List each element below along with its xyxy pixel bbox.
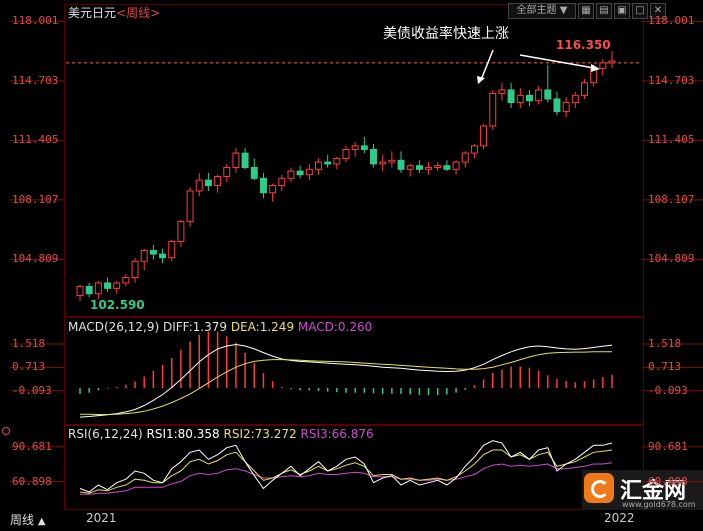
- settings-dot-icon[interactable]: [2, 427, 10, 435]
- price-y-tick-right: 118.001: [648, 14, 695, 28]
- price-y-tick-right: 111.405: [648, 133, 695, 147]
- max-price-label: 116.350: [556, 38, 611, 52]
- price-y-tick-right: 108.107: [648, 192, 695, 206]
- macd-y-tick-left: 0.713: [12, 360, 46, 374]
- brand-logo-icon: [584, 473, 614, 503]
- symbol-name: 美元日元: [68, 6, 117, 20]
- period-label: <周线>: [116, 6, 161, 20]
- rsi1-value: RSI1:80.358: [146, 427, 220, 441]
- rsi-title: RSI(6,12,24): [68, 427, 143, 441]
- symbol-title: 美元日元<周线>: [68, 4, 160, 21]
- macd-y-tick-left: -0.093: [12, 383, 52, 397]
- rsi-y-tick-right: 60.898: [648, 474, 688, 488]
- theme-dropdown[interactable]: 全部主题 ▼: [508, 3, 576, 19]
- rsi-header: RSI(6,12,24) RSI1:80.358 RSI2:73.272 RSI…: [68, 427, 374, 441]
- price-y-tick-right: 114.703: [648, 73, 695, 87]
- rsi-y-tick-right: 90.681: [648, 439, 688, 453]
- period-button-label: 周线: [10, 513, 35, 527]
- macd-y-tick-right: 0.713: [648, 360, 682, 374]
- theme-label: 全部主题: [516, 5, 557, 16]
- fullscreen-icon[interactable]: □: [632, 3, 648, 19]
- window-toggle-icon[interactable]: ▣: [614, 3, 630, 19]
- rsi-y-tick-left: 90.681: [12, 439, 52, 453]
- macd-macd-value: MACD:0.260: [297, 320, 373, 334]
- price-y-tick-left: 118.001: [12, 14, 59, 28]
- price-y-tick-left: 114.703: [12, 73, 59, 87]
- annotation-text: 美债收益率快速上涨: [383, 26, 509, 42]
- price-y-tick-left: 108.107: [12, 192, 59, 206]
- x-label-start: 2021: [86, 511, 117, 525]
- price-y-tick-right: 104.809: [648, 252, 695, 266]
- macd-diff-value: DIFF:1.379: [162, 320, 228, 334]
- layout-toggle-icon[interactable]: ▤: [596, 3, 612, 19]
- rsi-y-tick-left: 60.898: [12, 474, 52, 488]
- grid-toggle-icon[interactable]: ▦: [578, 3, 594, 19]
- macd-y-tick-right: -0.093: [648, 383, 688, 397]
- macd-y-tick-left: 1.518: [12, 336, 46, 350]
- x-label-end: 2022: [604, 511, 635, 525]
- rsi3-value: RSI3:66.876: [300, 427, 374, 441]
- chart-stage: 美元日元<周线> 全部主题 ▼ ▦ ▤ ▣ □ ✕ 美债收益率快速上涨 116.…: [0, 0, 703, 531]
- min-price-label: 102.590: [90, 298, 145, 312]
- macd-y-tick-right: 1.518: [648, 336, 682, 350]
- price-y-tick-left: 111.405: [12, 133, 59, 147]
- macd-title: MACD(26,12,9): [68, 320, 160, 334]
- macd-header: MACD(26,12,9) DIFF:1.379 DEA:1.249 MACD:…: [68, 320, 372, 334]
- period-button[interactable]: 周线 ▲: [10, 511, 46, 528]
- rsi2-value: RSI2:73.272: [223, 427, 297, 441]
- chevron-down-icon: ▼: [559, 5, 568, 16]
- price-y-tick-left: 104.809: [12, 252, 59, 266]
- macd-dea-value: DEA:1.249: [230, 320, 295, 334]
- brand-url: www.gold678.com: [622, 500, 696, 509]
- triangle-up-icon: ▲: [37, 516, 46, 527]
